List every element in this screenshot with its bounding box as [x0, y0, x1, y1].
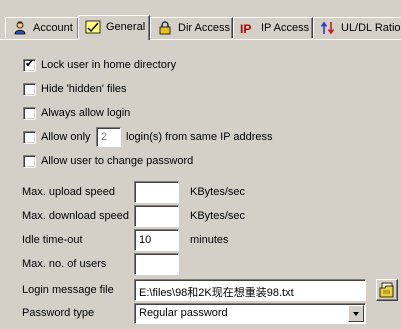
password-type-label: Password type	[22, 307, 95, 319]
checkmark-icon: ✔	[25, 58, 35, 70]
idle-timeout-label: Idle time-out	[22, 234, 83, 246]
password-type-value: Regular password	[139, 307, 228, 319]
upload-speed-field[interactable]	[134, 181, 179, 203]
login-count-field[interactable]: 2	[96, 127, 121, 147]
always-login-label: Always allow login	[41, 107, 131, 119]
hide-hidden-checkbox[interactable]	[23, 83, 36, 96]
lock-home-checkbox[interactable]: ✔	[23, 58, 36, 72]
allow-only-label: Allow only	[41, 131, 91, 143]
always-login-checkbox[interactable]	[23, 107, 36, 120]
password-type-select[interactable]: Regular password	[134, 303, 366, 324]
download-speed-unit: KBytes/sec	[190, 210, 246, 222]
upload-speed-unit: KBytes/sec	[190, 186, 246, 198]
max-users-label: Max. no. of users	[22, 258, 107, 270]
password-type-dropdown-button[interactable]	[348, 305, 364, 322]
login-count-suffix: login(s) from same IP address	[126, 131, 273, 143]
browse-file-icon	[379, 282, 394, 298]
upload-speed-label: Max. upload speed	[22, 186, 115, 198]
change-password-checkbox[interactable]	[23, 155, 36, 168]
allow-only-checkbox[interactable]	[23, 131, 36, 144]
max-users-field[interactable]	[134, 253, 179, 275]
hide-hidden-label: Hide 'hidden' files	[41, 83, 127, 95]
download-speed-label: Max. download speed	[22, 210, 130, 222]
lock-home-label: Lock user in home directory	[41, 59, 177, 71]
browse-button[interactable]	[376, 279, 398, 301]
chevron-down-icon	[353, 312, 359, 316]
download-speed-field[interactable]	[134, 205, 179, 227]
idle-timeout-unit: minutes	[190, 234, 229, 246]
login-message-field[interactable]: E:\files\98和2K现在想重装98.txt	[134, 279, 366, 301]
change-password-label: Allow user to change password	[41, 155, 194, 167]
login-message-label: Login message file	[22, 284, 114, 296]
idle-timeout-field[interactable]: 10	[134, 229, 179, 251]
